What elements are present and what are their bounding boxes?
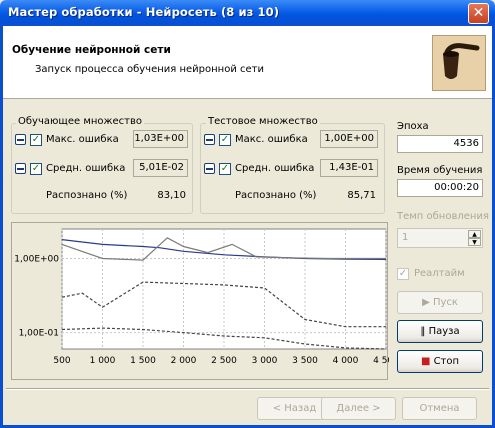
test-max-checkbox[interactable]: ✓ — [219, 134, 231, 146]
epoch-label: Эпоха — [397, 121, 429, 132]
test-set-label: Тестовое множество — [206, 116, 320, 127]
x-tick-label: 2 000 — [171, 356, 197, 366]
footer-separator — [6, 388, 489, 390]
error-chart-panel: 500 1 000 1 500 2 000 2 500 3 000 3 500 4 000 4 … — [11, 222, 399, 380]
test-avg-value: 1,43E-01 — [320, 159, 378, 177]
pause-label: Пауза — [428, 326, 460, 337]
train-avg-checkbox[interactable]: ✓ — [30, 163, 42, 175]
train-avg-value: 5,01E-02 — [133, 159, 188, 177]
spin-down-icon[interactable]: ▼ — [468, 238, 481, 246]
train-set-label: Обучающее множество — [16, 116, 145, 127]
close-button[interactable]: ✕ — [468, 3, 489, 24]
train-avg-label: Средн. ошибка — [46, 163, 126, 174]
x-tick-label: 500 — [53, 356, 70, 366]
update-rate-label: Темп обновления — [397, 211, 489, 222]
step-title: Обучение нейронной сети — [12, 44, 171, 56]
start-label: Пуск — [432, 297, 458, 308]
pause-icon: ‖ — [420, 326, 429, 337]
pipe-logo-icon — [432, 35, 486, 91]
stop-label: Стоп — [433, 356, 460, 367]
x-tick-label: 2 500 — [211, 356, 237, 366]
realtime-checkbox[interactable]: ✓ — [397, 268, 409, 280]
cancel-button[interactable]: Отмена — [402, 397, 477, 420]
x-tick-label: 3 000 — [252, 356, 278, 366]
stop-button[interactable]: ■ Стоп — [397, 350, 483, 373]
start-button[interactable]: ▶ Пуск — [397, 291, 483, 314]
test-max-label: Макс. ошибка — [235, 134, 308, 145]
error-chart: 500 1 000 1 500 2 000 2 500 3 000 3 500 4 000 4 … — [14, 228, 399, 366]
x-tick-label: 4 000 — [333, 356, 359, 366]
update-rate-value: 1 — [402, 232, 409, 243]
play-icon: ▶ — [422, 297, 433, 308]
test-avg-checkbox[interactable]: ✓ — [219, 163, 231, 175]
test-avg-series-icon[interactable] — [204, 163, 215, 174]
x-tick-label: 3 500 — [292, 356, 318, 366]
train-max-label: Макс. ошибка — [46, 134, 119, 145]
title-bar: Мастер обработки - Нейросеть (8 из 10) ✕ — [0, 0, 495, 26]
train-recognized-value: 83,10 — [157, 190, 186, 201]
train-max-checkbox[interactable]: ✓ — [30, 134, 42, 146]
train-max-value: 1,03E+00 — [133, 130, 188, 148]
pause-button[interactable]: ‖ Пауза — [397, 320, 483, 343]
x-tick-label: 4 500 — [373, 356, 389, 366]
test-max-series-icon[interactable] — [204, 134, 215, 145]
test-avg-label: Средн. ошибка — [235, 163, 315, 174]
test-max-value: 1,00E+00 — [320, 130, 378, 148]
train-avg-series-icon[interactable] — [15, 163, 26, 174]
spin-up-icon[interactable]: ▲ — [468, 230, 481, 238]
y-tick-label: 1,00E-01 — [19, 329, 59, 339]
test-recognized-value: 85,71 — [347, 190, 376, 201]
wizard-header: Обучение нейронной сети Запуск процесса … — [3, 26, 492, 99]
training-time-label: Время обучения — [397, 165, 483, 176]
test-recognized-label: Распознано (%) — [235, 190, 317, 201]
x-tick-label: 1 500 — [130, 356, 156, 366]
step-subtitle: Запуск процесса обучения нейронной сети — [35, 64, 264, 75]
training-time-value: 00:00:20 — [397, 179, 483, 197]
x-tick-label: 1 000 — [90, 356, 116, 366]
window-title: Мастер обработки - Нейросеть (8 из 10) — [8, 5, 280, 19]
realtime-label: Реалтайм — [414, 268, 465, 279]
train-recognized-label: Распознано (%) — [46, 190, 128, 201]
y-tick-label: 1,00E+00 — [14, 254, 59, 264]
train-max-series-icon[interactable] — [15, 134, 26, 145]
next-button[interactable]: Далее > — [321, 397, 396, 420]
epoch-value: 4536 — [397, 135, 483, 153]
update-rate-spinner[interactable]: 1 ▲ ▼ — [397, 228, 483, 248]
stop-icon: ■ — [420, 356, 434, 367]
